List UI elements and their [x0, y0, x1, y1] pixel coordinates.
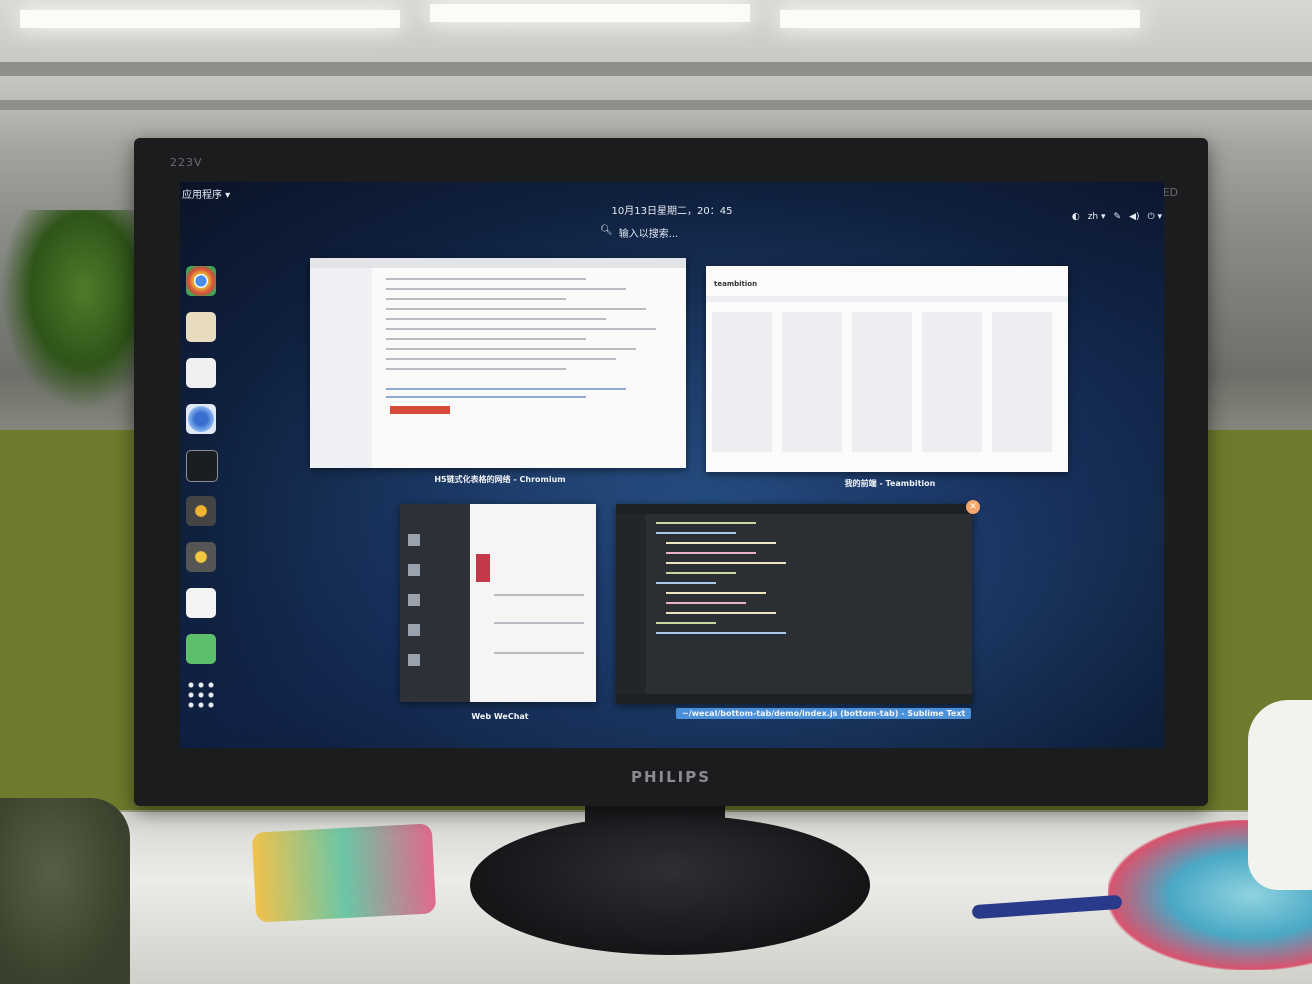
monitor-model: 223V [170, 156, 203, 169]
editor-tabs [616, 504, 972, 514]
close-window-button[interactable]: ✕ [966, 500, 980, 514]
files-icon[interactable] [186, 358, 216, 388]
monitor-stand [470, 815, 870, 955]
chat-image [476, 554, 490, 582]
sidebar [310, 268, 372, 468]
avatar [408, 534, 420, 546]
window-teambition[interactable]: teambition [706, 266, 1068, 472]
window-label-sublime-text: ~/wecal/bottom-tab/demo/index.js (bottom… [676, 708, 972, 719]
text-line [386, 288, 626, 290]
avatar [408, 594, 420, 606]
code-line [656, 632, 786, 634]
text-line [386, 368, 566, 370]
power-icon[interactable]: ⏻ ▾ [1148, 212, 1163, 222]
volume-icon[interactable]: ◀) [1129, 212, 1139, 222]
browser-toolbar [310, 258, 686, 268]
task-column [782, 312, 842, 452]
link-line [386, 396, 586, 398]
text-line [386, 318, 606, 320]
date-time-clock[interactable]: 10月13日星期二，20：45 [580, 202, 764, 217]
ceiling-beam [0, 62, 1312, 76]
search-icon: 🔍︎ [600, 225, 613, 236]
text-line [386, 328, 656, 330]
status-bar [616, 694, 972, 704]
sublime-text-icon[interactable] [186, 496, 216, 526]
window-wechat[interactable] [400, 504, 596, 702]
code-line [666, 562, 786, 564]
input-method-indicator[interactable]: zh ▾ [1088, 212, 1106, 222]
ceiling-light [430, 4, 750, 22]
avatar [408, 564, 420, 576]
code-line [666, 612, 776, 614]
system-tray: ◐ zh ▾ ✎ ◀) ⏻ ▾ [1072, 212, 1162, 222]
message-line [494, 622, 584, 624]
avatar [408, 624, 420, 636]
app-grid-icon[interactable] [186, 680, 216, 710]
gnome-activities-overview: 应用程序 ▾ ◐ zh ▾ ✎ ◀) ⏻ ▾ 10月13日星期二，20：45 🔍… [180, 182, 1164, 748]
code-line [666, 542, 776, 544]
highlight-button [390, 406, 450, 414]
window-chromium[interactable] [310, 258, 686, 468]
code-line [656, 532, 736, 534]
coffee-mug [1248, 700, 1312, 890]
link-line [386, 388, 626, 390]
task-column [852, 312, 912, 452]
avatar [408, 654, 420, 666]
task-column [712, 312, 772, 452]
sublime-text-icon[interactable] [186, 542, 216, 572]
task-column [992, 312, 1052, 452]
text-line [386, 338, 586, 340]
code-line [666, 572, 736, 574]
top-bar: 应用程序 ▾ ◐ zh ▾ ✎ ◀) ⏻ ▾ [180, 182, 1164, 222]
window-label-wechat: Web WeChat [471, 712, 529, 721]
text-editor-icon[interactable] [186, 588, 216, 618]
code-line [656, 622, 716, 624]
ceiling-light [20, 10, 400, 28]
window-label-chromium: H5链式化表格的网络 - Chromium [434, 475, 566, 484]
text-line [386, 298, 566, 300]
text-line [386, 358, 616, 360]
monitor: 223V LED PHILIPS 应用程序 ▾ ◐ zh ▾ ✎ ◀) ⏻ ▾ … [134, 138, 1208, 806]
window-sublime-text[interactable] [616, 504, 972, 704]
chromium-icon[interactable] [186, 404, 216, 434]
other-app-icon[interactable] [186, 634, 216, 664]
teambition-logo: teambition [714, 280, 758, 288]
message-line [494, 652, 584, 654]
terminal-icon[interactable] [186, 450, 218, 482]
office-plant [0, 210, 140, 410]
mail-icon[interactable] [186, 312, 216, 342]
text-line [386, 278, 586, 280]
code-line [656, 522, 756, 524]
ceiling-light [780, 10, 1140, 28]
monitor-brand: PHILIPS [630, 768, 712, 786]
card-stack [251, 823, 437, 923]
message-line [494, 594, 584, 596]
text-line [386, 348, 636, 350]
search-entry[interactable]: 🔍︎ 输入以搜索... [600, 225, 678, 240]
text-line [386, 308, 646, 310]
code-line [666, 602, 746, 604]
pen-icon[interactable]: ✎ [1114, 212, 1122, 222]
code-line [666, 592, 766, 594]
code-line [666, 552, 756, 554]
ceiling-beam [0, 100, 1312, 110]
search-placeholder: 输入以搜索... [618, 229, 679, 240]
applications-menu[interactable]: 应用程序 ▾ [182, 186, 230, 201]
task-column [922, 312, 982, 452]
file-sidebar [616, 514, 646, 704]
blanket [0, 798, 130, 984]
accessibility-icon[interactable]: ◐ [1072, 212, 1080, 222]
window-label-teambition: 我的前端 - Teambition [844, 479, 936, 488]
chrome-icon[interactable] [186, 266, 216, 296]
nav-bar [706, 296, 1068, 302]
code-line [656, 582, 716, 584]
